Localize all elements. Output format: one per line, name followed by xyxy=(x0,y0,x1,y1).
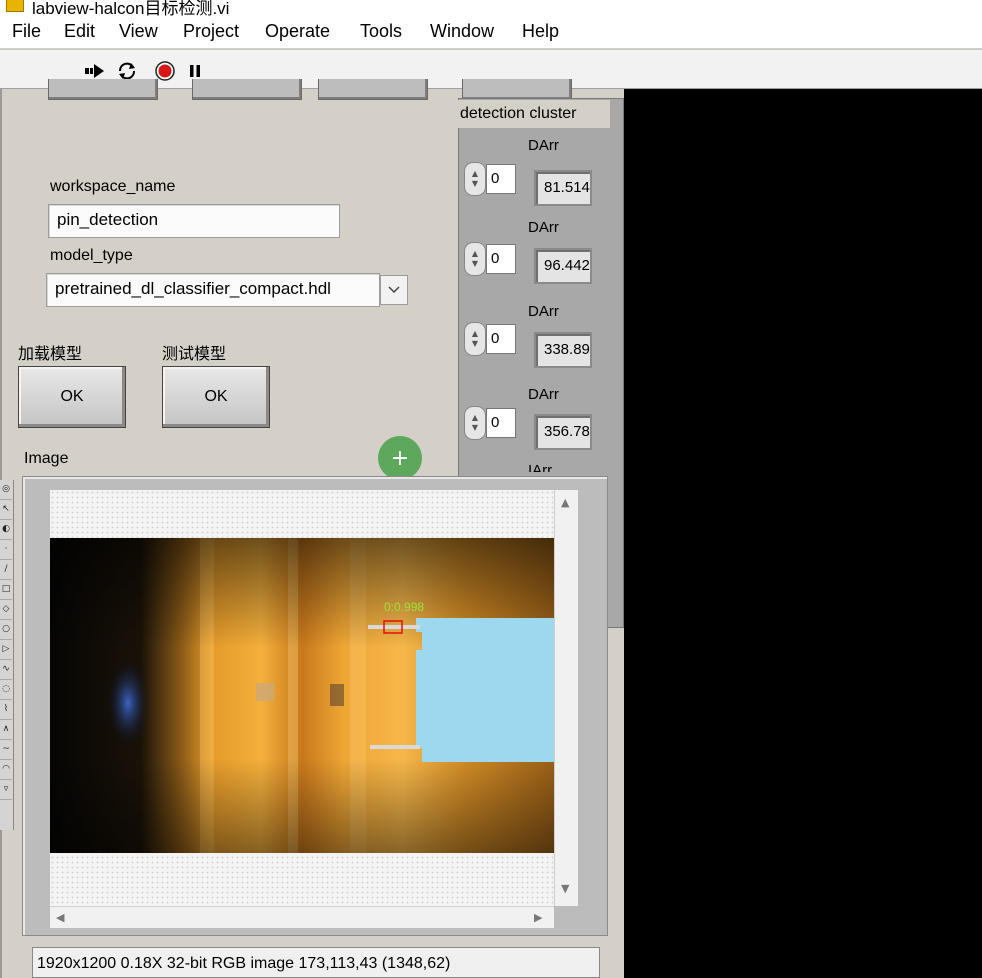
top-button-4[interactable] xyxy=(462,79,572,100)
menu-edit[interactable]: Edit xyxy=(64,21,95,42)
array-index-field[interactable]: 0 xyxy=(486,244,516,274)
scroll-left-icon[interactable]: ◀ xyxy=(56,911,64,924)
workspace-name-label: workspace_name xyxy=(50,178,176,195)
detection-cluster-title: detection cluster xyxy=(458,100,610,128)
darr-value: 338.895 xyxy=(534,332,592,368)
chevron-down-icon xyxy=(388,286,400,294)
broken-line-tool-icon[interactable]: ⌇ xyxy=(0,700,12,720)
top-button-1[interactable] xyxy=(48,79,158,100)
freeline-tool-icon[interactable]: ~ xyxy=(0,740,12,760)
annulus-tool-icon[interactable]: ◌ xyxy=(0,680,12,700)
arc-tool-icon[interactable]: ◠ xyxy=(0,760,12,780)
index-spinner[interactable]: ▲ ▼ xyxy=(464,242,486,276)
darr-label: DArr xyxy=(528,219,559,236)
array-index-field[interactable]: 0 xyxy=(486,164,516,194)
darr-value: 96.4422 xyxy=(534,248,592,284)
freehand-tool-icon[interactable]: ∿ xyxy=(0,660,12,680)
image-label: Image xyxy=(24,450,69,467)
scroll-right-icon[interactable]: ▶ xyxy=(534,911,542,924)
pointer-tool-icon[interactable]: ↖ xyxy=(0,500,12,520)
scroll-up-icon[interactable]: ▲ xyxy=(561,496,569,509)
image-vertical-scrollbar[interactable]: ▲ ▼ xyxy=(554,490,578,906)
top-button-2[interactable] xyxy=(192,79,302,100)
camera-image[interactable]: 0:0.998 xyxy=(50,538,554,853)
index-spinner[interactable]: ▲ ▼ xyxy=(464,162,486,196)
detection-score-text: 0:0.998 xyxy=(384,600,425,614)
extra-tool-icon[interactable]: ▿ xyxy=(0,780,12,800)
model-type-value[interactable]: pretrained_dl_classifier_compact.hdl xyxy=(46,273,380,307)
plus-cursor-icon: + xyxy=(378,436,422,480)
camera-image-graphic xyxy=(50,538,554,853)
darr-label: DArr xyxy=(528,386,559,403)
model-type-label: model_type xyxy=(50,247,133,264)
rotated-rect-tool-icon[interactable]: ◇ xyxy=(0,600,12,620)
test-model-label: 测试模型 xyxy=(162,346,227,363)
index-spinner[interactable]: ▲ ▼ xyxy=(464,406,486,440)
menu-operate[interactable]: Operate xyxy=(265,21,330,42)
image-status-bar: 1920x1200 0.18X 32-bit RGB image 173,113… xyxy=(32,947,600,978)
display-window-black xyxy=(624,89,982,978)
darr-label: DArr xyxy=(528,137,559,154)
image-tool-palette: ◎ ↖ ◐ · / □ ◇ ○ ▷ ∿ ◌ ⌇ ∧ ~ ◠ ▿ xyxy=(0,480,14,830)
pan-tool-icon[interactable]: ◐ xyxy=(0,520,12,540)
darr-value: 356.787 xyxy=(534,414,592,450)
menu-file[interactable]: File xyxy=(12,21,41,42)
darr-label: DArr xyxy=(528,303,559,320)
test-model-button[interactable]: OK xyxy=(162,366,270,428)
array-index-field[interactable]: 0 xyxy=(486,408,516,438)
array-index-field[interactable]: 0 xyxy=(486,324,516,354)
polygon-tool-icon[interactable]: ▷ xyxy=(0,640,12,660)
menu-view[interactable]: View xyxy=(119,21,158,42)
model-type-dropdown-button[interactable] xyxy=(380,275,408,305)
title-bar: labview-halcon目标检测.vi xyxy=(0,0,982,16)
point-tool-icon[interactable]: · xyxy=(0,540,12,560)
oval-tool-icon[interactable]: ○ xyxy=(0,620,12,640)
menu-help[interactable]: Help xyxy=(522,21,559,42)
polyline-tool-icon[interactable]: ∧ xyxy=(0,720,12,740)
line-tool-icon[interactable]: / xyxy=(0,560,12,580)
menu-window[interactable]: Window xyxy=(430,21,494,42)
darr-value: 81.5141 xyxy=(534,170,592,206)
load-model-label: 加载模型 xyxy=(18,346,83,363)
rectangle-tool-icon[interactable]: □ xyxy=(0,580,12,600)
vi-file-icon xyxy=(6,0,24,12)
menu-tools[interactable]: Tools xyxy=(360,21,402,42)
window-title: labview-halcon目标检测.vi xyxy=(32,0,230,16)
menu-project[interactable]: Project xyxy=(183,21,239,42)
index-spinner[interactable]: ▲ ▼ xyxy=(464,322,486,356)
iarr-label-partial: IArr xyxy=(528,464,552,472)
workspace-name-field[interactable]: pin_detection xyxy=(48,204,340,238)
scroll-down-icon[interactable]: ▼ xyxy=(561,882,569,895)
image-horizontal-scrollbar[interactable]: ◀ ▶ xyxy=(50,906,554,928)
zoom-tool-icon[interactable]: ◎ xyxy=(0,480,12,500)
top-button-3[interactable] xyxy=(318,79,428,100)
load-model-button[interactable]: OK xyxy=(18,366,126,428)
